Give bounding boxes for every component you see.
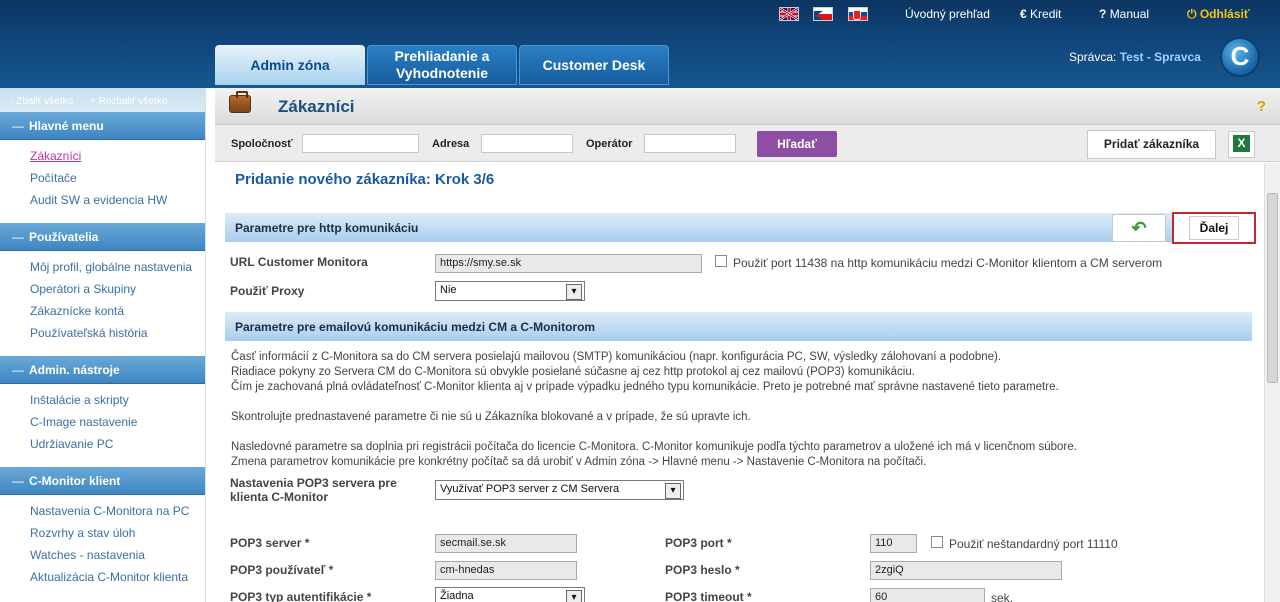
power-icon: ⏻ (1187, 7, 1197, 21)
next-label: Ďalej (1188, 216, 1240, 240)
add-customer-button[interactable]: Pridať zákazníka (1087, 130, 1216, 159)
info-line: Zmena parametrov komunikácie pre konkrét… (231, 456, 927, 468)
proxy-select[interactable]: Nie (435, 281, 585, 301)
email-section-band: Parametre pre emailovú komunikáciu medzi… (225, 312, 1252, 341)
sidebar-section-main-menu[interactable]: Hlavné menu (0, 112, 205, 140)
admin-prefix: Správca: (1069, 50, 1117, 64)
search-bar: Spoločnosť Adresa Operátor Hľadať Pridať… (215, 125, 1280, 162)
http-section-band: Parametre pre http komunikáciu (225, 213, 1252, 242)
sidebar-section-users[interactable]: Používatelia (0, 223, 205, 251)
sidebar-item-customers[interactable]: Zákazníci (30, 149, 205, 171)
pop3-user-input[interactable]: cm-hnedas (435, 561, 577, 580)
pop3-auth-select[interactable]: Žiadna (435, 587, 585, 602)
admin-user-link[interactable]: Test - Spravca (1120, 50, 1201, 64)
admin-label: Správca: Test - Spravca (1069, 50, 1201, 64)
company-label: Spoločnosť (231, 138, 293, 150)
operator-label: Operátor (586, 138, 633, 150)
sidebar-item-maintenance[interactable]: Udržiavanie PC (30, 437, 205, 459)
address-input[interactable] (481, 134, 573, 153)
collapse-all-link[interactable]: - Zbaliť všetko (10, 96, 73, 107)
english-flag-icon[interactable] (779, 7, 799, 21)
search-button[interactable]: Hľadať (757, 131, 837, 157)
pop3-server-label: POP3 server * (230, 536, 310, 550)
pop3-port-input[interactable]: 110 (870, 534, 917, 553)
pop3-pass-input[interactable]: 2zgiQ (870, 561, 1062, 580)
pop3-server-input[interactable]: secmail.se.sk (435, 534, 577, 553)
home-overview-link[interactable]: Úvodný prehľad (905, 7, 990, 21)
help-icon[interactable]: ? (1257, 98, 1266, 115)
sidebar-item-audit[interactable]: Audit SW a evidencia HW (30, 193, 205, 215)
info-line: Skontrolujte prednastavené parametre či … (231, 411, 751, 423)
port-11110-label: Použiť neštandardný port 11110 (949, 537, 1118, 551)
pop3-setting-label: Nastavenia POP3 servera pre klienta C-Mo… (230, 476, 397, 504)
briefcase-icon (229, 91, 251, 113)
czech-flag-icon[interactable] (813, 7, 833, 21)
sidebar-section-cmonitor[interactable]: C-Monitor klient (0, 467, 205, 495)
timeout-unit: sek. (991, 591, 1014, 602)
title-bar: Zákazníci ? (215, 88, 1280, 125)
next-button[interactable]: Ďalej (1172, 212, 1256, 244)
credit-link[interactable]: € Kredit (1020, 7, 1061, 21)
sidebar-item-computers[interactable]: Počítače (30, 171, 205, 193)
manual-link[interactable]: ? Manual (1099, 7, 1149, 21)
info-line: Nasledovné parametre sa doplnia pri regi… (231, 441, 1077, 453)
pop3-timeout-label: POP3 timeout * (665, 590, 752, 602)
euro-icon: € (1020, 7, 1027, 21)
pop3-auth-label: POP3 typ autentifikácie * (230, 590, 372, 602)
url-label: URL Customer Monitora (230, 255, 368, 269)
address-label: Adresa (432, 138, 470, 150)
sidebar-item-profile[interactable]: Môj profil, globálne nastavenia (30, 260, 205, 282)
sidebar-item-operators[interactable]: Operátori a Skupiny (30, 282, 205, 304)
main-panel: Zákazníci ? Spoločnosť Adresa Operátor H… (215, 88, 1280, 602)
port-11110-checkbox[interactable] (931, 536, 943, 548)
sidebar-item-update-client[interactable]: Aktualizácia C-Monitor klienta (30, 570, 205, 592)
sidebar-item-cmonitor-settings[interactable]: Nastavenia C-Monitora na PC (30, 504, 205, 526)
credit-label: Kredit (1030, 7, 1062, 21)
port-11438-label: Použiť port 11438 na http komunikáciu me… (733, 256, 1163, 270)
sidebar-item-schedules[interactable]: Rozvrhy a stav úloh (30, 526, 205, 548)
port-11438-checkbox[interactable] (715, 255, 727, 267)
operator-input[interactable] (644, 134, 736, 153)
url-input[interactable]: https://smy.se.sk (435, 254, 702, 273)
pop3-setting-select[interactable]: Využívať POP3 server z CM Servera (435, 480, 684, 500)
info-line: Časť informácií z C-Monitora sa do CM se… (231, 351, 1002, 363)
company-input[interactable] (302, 134, 419, 153)
tab-admin-zone[interactable]: Admin zóna (215, 45, 365, 85)
info-line: Riadiace pokyny zo Servera CM do C-Monit… (231, 366, 915, 378)
sidebar-item-installs[interactable]: Inštalácie a skripty (30, 393, 205, 415)
excel-export-icon[interactable] (1228, 131, 1255, 158)
manual-label: Manual (1109, 7, 1150, 21)
slovak-flag-icon[interactable] (848, 7, 868, 21)
step-title: Pridanie nového zákazníka: Krok 3/6 (235, 171, 495, 188)
scrollbar[interactable] (1264, 163, 1280, 602)
c-logo-icon[interactable]: C (1220, 37, 1260, 77)
pop3-port-label: POP3 port * (665, 536, 732, 550)
info-line: Čím je zachovaná plná ovládateľnosť C-Mo… (231, 381, 1059, 393)
pop3-pass-label: POP3 heslo * (665, 563, 740, 577)
tab-customer-desk[interactable]: Customer Desk (519, 45, 669, 85)
header-bar: Úvodný prehľad € Kredit ? Manual ⏻ Odhlá… (0, 0, 1280, 88)
pop3-timeout-input[interactable]: 60 (870, 588, 985, 602)
sidebar: - Zbaliť všetko + Rozbaliť všetko Hlavné… (0, 88, 206, 602)
expand-all-link[interactable]: + Rozbaliť všetko (90, 96, 167, 107)
sidebar-item-cimage[interactable]: C-Image nastavenie (30, 415, 205, 437)
tab-review[interactable]: Prehliadanie a Vyhodnotenie (367, 45, 517, 85)
question-icon: ? (1099, 7, 1107, 21)
pop3-user-label: POP3 používateľ * (230, 563, 334, 577)
sidebar-item-watches[interactable]: Watches - nastavenia (30, 548, 205, 570)
page-title: Zákazníci (278, 97, 355, 116)
proxy-label: Použiť Proxy (230, 284, 305, 298)
sidebar-item-customer-accounts[interactable]: Zákaznícke kontá (30, 304, 205, 326)
back-arrow-button[interactable]: ↶ (1112, 214, 1166, 242)
logout-label: Odhlásiť (1199, 7, 1250, 21)
scroll-thumb[interactable] (1267, 193, 1278, 383)
sidebar-section-admin-tools[interactable]: Admin. nástroje (0, 356, 205, 384)
sidebar-item-user-history[interactable]: Používateľská história (30, 326, 205, 348)
collapse-row: - Zbaliť všetko + Rozbaliť všetko (0, 88, 205, 112)
form-content: Pridanie nového zákazníka: Krok 3/6 Para… (215, 163, 1264, 602)
logout-link[interactable]: ⏻ Odhlásiť (1187, 7, 1250, 22)
